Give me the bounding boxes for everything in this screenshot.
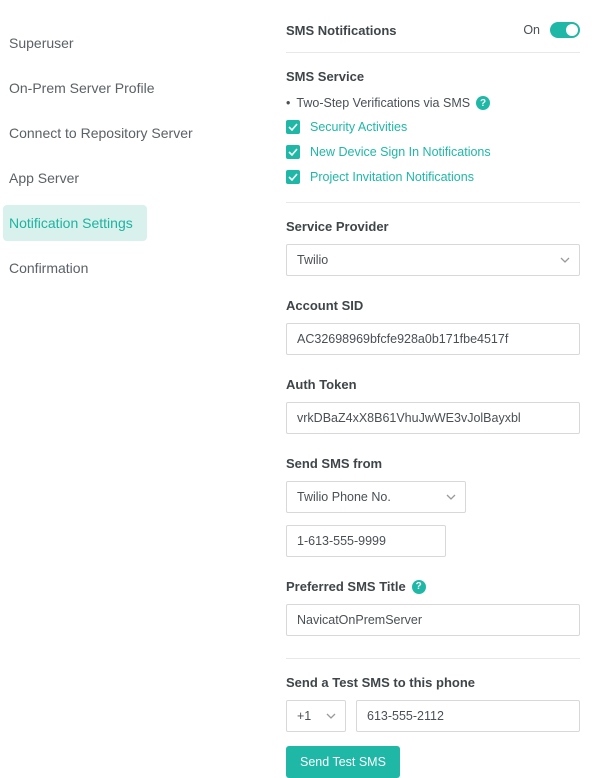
check-icon (288, 147, 298, 157)
field-auth-token: Auth Token (286, 377, 580, 434)
bullet-dot: • (286, 96, 290, 110)
send-test-sms-button[interactable]: Send Test SMS (286, 746, 400, 778)
send-from-phone-input[interactable] (286, 525, 446, 557)
account-sid-input[interactable] (286, 323, 580, 355)
auth-token-label: Auth Token (286, 377, 580, 392)
sms-toggle[interactable] (550, 22, 580, 38)
check-icon (288, 122, 298, 132)
pref-title-label-text: Preferred SMS Title (286, 579, 406, 594)
send-from-select[interactable]: Twilio Phone No. (286, 481, 466, 513)
auth-token-input[interactable] (286, 402, 580, 434)
sidebar-item-confirmation[interactable]: Confirmation (3, 250, 271, 286)
sidebar-item-notification-settings[interactable]: Notification Settings (3, 205, 147, 241)
sidebar-item-superuser[interactable]: Superuser (3, 25, 271, 61)
help-icon[interactable]: ? (412, 580, 426, 594)
field-send-from: Send SMS from Twilio Phone No. (286, 456, 580, 557)
account-sid-label: Account SID (286, 298, 580, 313)
sidebar: Superuser On-Prem Server Profile Connect… (0, 0, 268, 755)
provider-label: Service Provider (286, 219, 580, 234)
section-title: SMS Notifications (286, 23, 397, 38)
check-label-device[interactable]: New Device Sign In Notifications (310, 145, 491, 159)
two-step-row: • Two-Step Verifications via SMS ? (286, 96, 580, 110)
send-from-label: Send SMS from (286, 456, 580, 471)
two-step-label: Two-Step Verifications via SMS (296, 96, 470, 110)
toggle-label: On (523, 23, 540, 37)
pref-title-input[interactable] (286, 604, 580, 636)
provider-select[interactable]: Twilio (286, 244, 580, 276)
divider (286, 202, 580, 203)
check-icon (288, 172, 298, 182)
check-label-project[interactable]: Project Invitation Notifications (310, 170, 474, 184)
pref-title-label: Preferred SMS Title ? (286, 579, 580, 594)
send-from-select-wrap: Twilio Phone No. (286, 481, 466, 513)
check-label-security[interactable]: Security Activities (310, 120, 407, 134)
provider-select-wrap: Twilio (286, 244, 580, 276)
country-code-select[interactable]: +1 (286, 700, 346, 732)
checkbox-security[interactable] (286, 120, 300, 134)
test-phone-input[interactable] (356, 700, 580, 732)
field-test-sms: Send a Test SMS to this phone +1 Send Te… (286, 675, 580, 778)
cc-select-wrap: +1 (286, 700, 346, 732)
field-provider: Service Provider Twilio (286, 219, 580, 276)
checkbox-device[interactable] (286, 145, 300, 159)
divider (286, 658, 580, 659)
field-pref-title: Preferred SMS Title ? (286, 579, 580, 636)
section-header: SMS Notifications On (286, 22, 580, 53)
checkbox-project[interactable] (286, 170, 300, 184)
help-icon[interactable]: ? (476, 96, 490, 110)
sidebar-item-server-profile[interactable]: On-Prem Server Profile (3, 70, 271, 106)
test-sms-label: Send a Test SMS to this phone (286, 675, 580, 690)
sms-service-title: SMS Service (286, 69, 580, 84)
main-panel: SMS Notifications On SMS Service • Two-S… (268, 0, 598, 755)
field-account-sid: Account SID (286, 298, 580, 355)
check-row-device: New Device Sign In Notifications (286, 145, 580, 159)
check-row-project: Project Invitation Notifications (286, 170, 580, 184)
toggle-wrap: On (523, 22, 580, 38)
sidebar-item-repository-server[interactable]: Connect to Repository Server (3, 115, 271, 151)
sidebar-item-app-server[interactable]: App Server (3, 160, 271, 196)
check-row-security: Security Activities (286, 120, 580, 134)
